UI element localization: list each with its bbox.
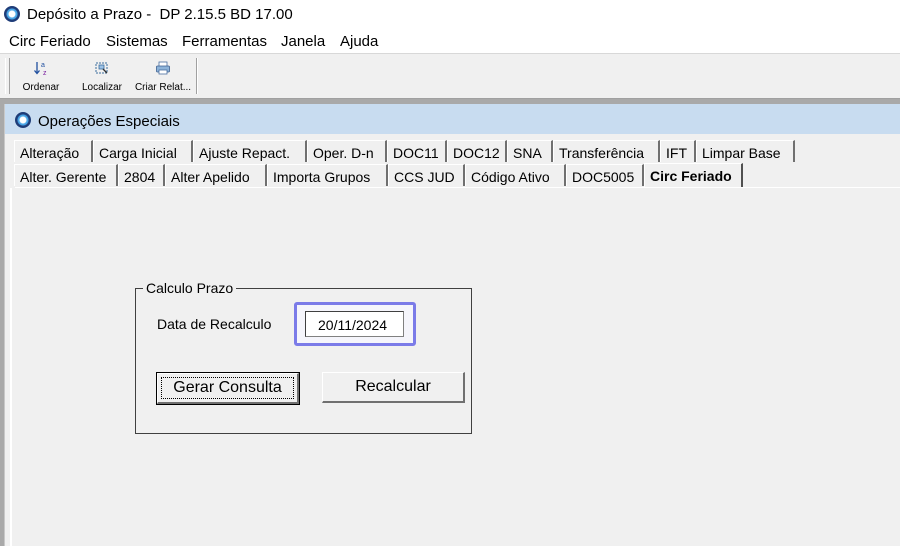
tab-sna[interactable]: SNA [507, 140, 553, 162]
criar-relat-button[interactable]: Criar Relat... [134, 58, 192, 96]
tab-doc5005[interactable]: DOC5005 [566, 164, 644, 186]
window-title: Depósito a Prazo - DP 2.15.5 BD 17.00 [27, 6, 293, 23]
calculo-prazo-title: Calculo Prazo [143, 280, 237, 296]
tab-page-top-edge [15, 187, 900, 188]
svg-text:a: a [41, 62, 45, 69]
tab-alter-gerente[interactable]: Alter. Gerente [14, 164, 118, 186]
localizar-button[interactable]: Localizar [78, 58, 126, 96]
tab-importa-grupos[interactable]: Importa Grupos [267, 164, 388, 186]
title-bar: Depósito a Prazo - DP 2.15.5 BD 17.00 [0, 0, 900, 30]
tab-circ-feriado[interactable]: Circ Feriado [644, 163, 743, 187]
ordenar-label: Ordenar [22, 82, 60, 93]
app-icon [4, 6, 20, 22]
data-recalculo-label: Data de Recalculo [157, 316, 272, 332]
tab-ift[interactable]: IFT [660, 140, 696, 162]
ordenar-button[interactable]: a z Ordenar [18, 58, 64, 96]
find-icon [95, 62, 108, 74]
tab-codigo-ativo[interactable]: Código Ativo [465, 164, 566, 186]
recalcular-label: Recalcular [355, 378, 431, 395]
tab-ajuste-repact[interactable]: Ajuste Repact. [193, 140, 307, 162]
gerar-consulta-button[interactable]: Gerar Consulta [156, 372, 300, 405]
child-window-icon [15, 112, 31, 128]
focus-rect [161, 377, 294, 399]
tab-page-left-edge [10, 188, 12, 546]
tab-2804[interactable]: 2804 [118, 164, 165, 186]
menu-ajuda[interactable]: Ajuda [340, 33, 378, 50]
toolbar-grip[interactable] [5, 58, 10, 94]
sort-icon: a z [34, 62, 47, 76]
tab-limpar-base[interactable]: Limpar Base [696, 140, 795, 162]
tab-alter-apelido[interactable]: Alter Apelido [165, 164, 267, 186]
menu-janela[interactable]: Janela [281, 33, 325, 50]
menu-ferramentas[interactable]: Ferramentas [182, 33, 267, 50]
toolbar: a z Ordenar Localizar Criar Relat... [0, 54, 900, 99]
printer-icon [156, 61, 170, 75]
tab-oper-d-n[interactable]: Oper. D-n [307, 140, 387, 162]
data-recalculo-field[interactable] [305, 311, 404, 337]
menu-bar: Circ Feriado Sistemas Ferramentas Janela… [0, 30, 900, 54]
recalcular-button[interactable]: Recalcular [322, 372, 465, 403]
localizar-label: Localizar [81, 82, 123, 93]
child-window-title: Operações Especiais [38, 113, 180, 130]
operacoes-especiais-window: Operações Especiais Alteração Carga Inic… [4, 104, 900, 546]
tab-ccs-jud[interactable]: CCS JUD [388, 164, 465, 186]
menu-circ-feriado[interactable]: Circ Feriado [9, 33, 91, 50]
svg-text:z: z [43, 70, 47, 76]
tab-doc12[interactable]: DOC12 [447, 140, 507, 162]
criar-relat-label: Criar Relat... [134, 82, 192, 93]
child-title-bar[interactable]: Operações Especiais [5, 104, 900, 134]
tab-transferencia[interactable]: Transferência [553, 140, 660, 162]
tab-carga-inicial[interactable]: Carga Inicial [93, 140, 193, 162]
menu-sistemas[interactable]: Sistemas [106, 33, 168, 50]
toolbar-separator [196, 58, 198, 94]
mdi-area: Operações Especiais Alteração Carga Inic… [0, 99, 900, 546]
tab-doc11[interactable]: DOC11 [387, 140, 447, 162]
tab-alteracao[interactable]: Alteração [14, 140, 93, 162]
